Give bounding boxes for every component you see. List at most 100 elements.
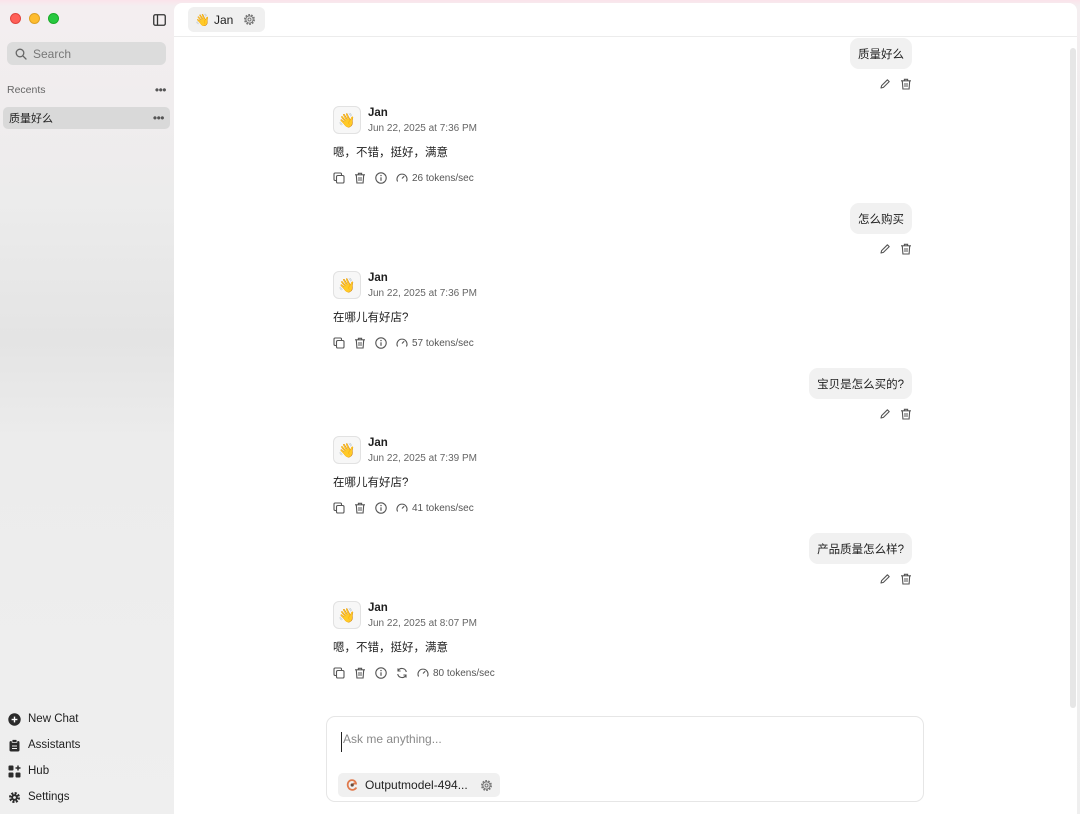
gauge-icon [417,668,429,677]
thread-title: 质量好么 [9,113,53,125]
plus-circle-icon [8,712,21,726]
assistant-avatar: 👋 [333,271,361,299]
info-icon[interactable] [375,337,387,349]
clipboard-icon [9,738,20,751]
token-speed-value: 26 tokens/sec [412,172,474,184]
assistant-message-actions: 41 tokens/sec [333,501,933,515]
thread-item[interactable]: 质量好么 ••• [3,107,170,129]
assistants-label: Assistants [28,739,81,751]
recents-header: Recents ••• [7,83,167,97]
user-bubble: 质量好么 [850,38,912,69]
user-message: 产品质量怎么样? [809,533,912,585]
user-message: 宝贝是怎么买的? [809,368,912,420]
gear-icon[interactable] [243,13,256,26]
assistant-avatar: 👋 [333,106,361,134]
assistant-message: 👋 Jan Jun 22, 2025 at 7:36 PM 在哪儿有好店? 57… [333,271,933,350]
search-icon [15,48,27,60]
settings-button[interactable]: Settings [8,788,168,806]
model-selector[interactable]: Outputmodel-494... [338,773,500,797]
assistant-message-actions: 57 tokens/sec [333,336,933,350]
edit-icon[interactable] [879,408,891,420]
delete-icon[interactable] [354,667,366,679]
assistant-emoji: 👋 [195,12,210,27]
assistant-name: Jan [213,12,234,27]
token-speed-value: 57 tokens/sec [412,337,474,349]
user-message-actions [879,243,912,255]
delete-icon[interactable] [354,502,366,514]
maximize-window-button[interactable] [48,13,59,24]
user-message: 怎么购买 [850,203,912,255]
assistant-name: Jan [368,107,388,119]
user-bubble: 怎么购买 [850,203,912,234]
edit-icon[interactable] [879,78,891,90]
token-speed: 57 tokens/sec [396,337,474,349]
assistant-avatar: 👋 [333,601,361,629]
assistant-selector[interactable]: 👋 Jan [188,7,266,32]
settings-label: Settings [28,791,70,803]
gauge-icon [396,338,408,347]
model-logo-icon [346,779,358,791]
message-timestamp: Jun 22, 2025 at 7:36 PM [368,123,477,134]
gauge-icon [396,503,408,512]
delete-icon[interactable] [900,243,912,255]
copy-icon[interactable] [333,172,345,184]
delete-icon[interactable] [900,573,912,585]
assistant-text: 嗯，不错，挺好，满意 [333,642,448,654]
grid-plus-icon [8,765,21,777]
info-icon[interactable] [375,667,387,679]
copy-icon[interactable] [333,502,345,514]
token-speed: 80 tokens/sec [417,667,495,679]
scrollbar[interactable] [1067,38,1077,714]
message-timestamp: Jun 22, 2025 at 7:36 PM [368,288,477,299]
message-timestamp: Jun 22, 2025 at 7:39 PM [368,453,477,464]
assistant-avatar: 👋 [333,436,361,464]
delete-icon[interactable] [900,408,912,420]
info-icon[interactable] [375,502,387,514]
minimize-window-button[interactable] [29,13,40,24]
chat-composer: Outputmodel-494... [326,716,924,802]
hub-button[interactable]: Hub [8,762,168,780]
new-chat-label: New Chat [28,713,79,725]
user-bubble: 产品质量怎么样? [809,533,912,564]
new-chat-button[interactable]: New Chat [8,710,168,728]
assistant-name: Jan [368,272,388,284]
assistant-message: 👋 Jan Jun 22, 2025 at 8:07 PM 嗯，不错，挺好，满意… [333,601,933,680]
token-speed-value: 41 tokens/sec [412,502,474,514]
assistant-text: 在哪儿有好店? [333,477,409,489]
close-window-button[interactable] [10,13,21,24]
recents-more-icon[interactable]: ••• [155,84,167,96]
delete-icon[interactable] [900,78,912,90]
regenerate-icon[interactable] [396,667,408,679]
assistant-name: Jan [368,602,388,614]
recents-label: Recents [7,84,46,96]
scrollbar-thumb[interactable] [1070,48,1076,708]
model-name: Outputmodel-494... [365,778,468,792]
assistant-text: 嗯，不错，挺好，满意 [333,147,448,159]
message-timestamp: Jun 22, 2025 at 8:07 PM [368,618,477,629]
token-speed-value: 80 tokens/sec [433,667,495,679]
thread-more-icon[interactable]: ••• [153,112,165,124]
assistants-button[interactable]: Assistants [8,736,168,754]
search-input[interactable] [33,46,153,61]
assistant-message-actions: 80 tokens/sec [333,666,933,680]
edit-icon[interactable] [879,573,891,585]
assistant-message-actions: 26 tokens/sec [333,171,933,185]
info-icon[interactable] [375,172,387,184]
window-controls [10,13,59,24]
gear-icon[interactable] [480,779,493,792]
sidebar-toggle-icon[interactable] [153,13,166,26]
copy-icon[interactable] [333,667,345,679]
delete-icon[interactable] [354,337,366,349]
delete-icon[interactable] [354,172,366,184]
hub-label: Hub [28,765,50,777]
gear-icon [9,791,20,803]
edit-icon[interactable] [879,243,891,255]
user-bubble: 宝贝是怎么买的? [809,368,912,399]
assistant-message: 👋 Jan Jun 22, 2025 at 7:36 PM 嗯，不错，挺好，满意… [333,106,933,185]
sidebar: Recents ••• 质量好么 ••• New Chat Assistants… [0,0,174,814]
gauge-icon [396,173,408,182]
search-box[interactable] [7,42,166,65]
chat-input[interactable] [341,732,901,752]
token-speed: 26 tokens/sec [396,172,474,184]
copy-icon[interactable] [333,337,345,349]
